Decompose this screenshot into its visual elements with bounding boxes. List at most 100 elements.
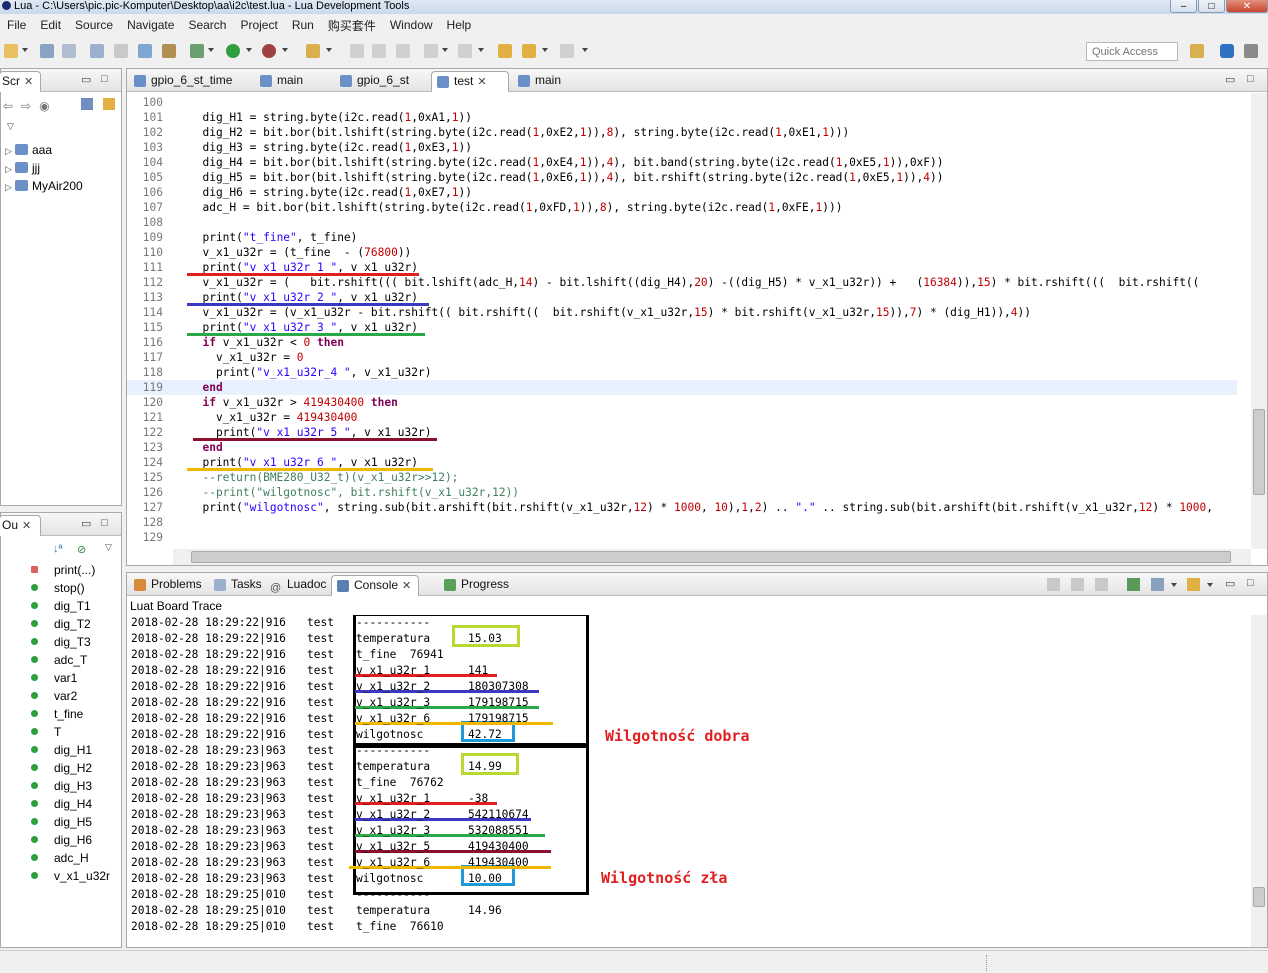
minimize-icon[interactable]: ▭ xyxy=(81,73,91,86)
forward-icon[interactable] xyxy=(560,44,574,58)
tab-progress[interactable]: Progress xyxy=(439,575,519,596)
close-icon[interactable]: ✕ xyxy=(22,520,31,532)
outline-item[interactable]: dig_H5 xyxy=(31,815,92,829)
menu-navigate[interactable]: Navigate xyxy=(120,18,181,32)
view-menu-icon[interactable]: ▽ xyxy=(7,121,14,132)
outline-item[interactable]: print(...) xyxy=(31,563,95,577)
build-icon[interactable] xyxy=(162,44,176,58)
console-vertical-scrollbar[interactable] xyxy=(1251,615,1267,947)
chevron-down-icon[interactable] xyxy=(542,48,548,52)
editor-horizontal-scrollbar[interactable] xyxy=(173,549,1251,565)
maximize-icon[interactable]: □ xyxy=(101,517,108,529)
close-icon[interactable]: ✕ xyxy=(24,76,33,88)
code-line[interactable]: 100 xyxy=(127,95,1237,110)
tab-problems[interactable]: Problems xyxy=(129,575,207,596)
chevron-down-icon[interactable] xyxy=(282,48,288,52)
code-line[interactable]: 116 if v_x1_u32r < 0 then xyxy=(127,335,1237,350)
last-edit-icon[interactable] xyxy=(498,44,512,58)
open-console-icon[interactable] xyxy=(1187,578,1200,591)
code-line[interactable]: 126 --print("wilgotnosc", bit.rshift(v_x… xyxy=(127,485,1237,500)
expand-icon[interactable]: ▷ xyxy=(5,146,15,157)
annotation-icon[interactable] xyxy=(350,44,364,58)
maximize-icon[interactable]: □ xyxy=(1247,577,1254,589)
view-menu-icon[interactable]: ▽ xyxy=(105,542,112,553)
code-line[interactable]: 101 dig_H1 = string.byte(i2c.read(1,0xA1… xyxy=(127,110,1237,125)
tab-gpio-6-st[interactable]: gpio_6_st xyxy=(335,71,427,92)
code-line[interactable]: 108 xyxy=(127,215,1237,230)
minimize-icon[interactable]: ▭ xyxy=(1225,73,1235,86)
new-file-icon[interactable] xyxy=(4,44,18,58)
tab-test[interactable]: test ✕ xyxy=(431,71,509,92)
save-all-icon[interactable] xyxy=(62,44,76,58)
console-output[interactable]: 2018-02-28 18:29:22|916 test ----------- 20… xyxy=(127,615,1251,947)
menu-window[interactable]: Window xyxy=(383,18,440,32)
outline-item[interactable]: var1 xyxy=(31,671,77,685)
menu-buy-kit[interactable]: 购买套件 xyxy=(321,17,383,34)
outline-item[interactable]: T xyxy=(31,725,61,739)
chevron-down-icon[interactable] xyxy=(1207,583,1213,587)
project-item[interactable]: ▷ MyAir200 xyxy=(5,179,83,193)
code-line[interactable]: 102 dig_H2 = bit.bor(bit.lshift(string.b… xyxy=(127,125,1237,140)
code-line[interactable]: 114 v_x1_u32r = (v_x1_u32r - bit.rshift(… xyxy=(127,305,1237,320)
project-item[interactable]: ▷ aaa xyxy=(5,143,52,157)
tab-tasks[interactable]: Tasks xyxy=(209,575,265,596)
prev-annotation-icon[interactable] xyxy=(458,44,472,58)
scroll-thumb[interactable] xyxy=(1253,887,1265,907)
scroll-lock-icon[interactable] xyxy=(1071,578,1084,591)
code-line[interactable]: 117 v_x1_u32r = 0 xyxy=(127,350,1237,365)
outline-item[interactable]: dig_H4 xyxy=(31,797,92,811)
code-line[interactable]: 127 print("wilgotnosc", string.sub(bit.a… xyxy=(127,500,1237,515)
outline-item[interactable]: dig_H3 xyxy=(31,779,92,793)
chevron-down-icon[interactable] xyxy=(22,48,28,52)
link-editor-icon[interactable] xyxy=(103,98,115,110)
search-icon[interactable] xyxy=(306,44,320,58)
toggle-block-icon[interactable] xyxy=(396,44,410,58)
close-icon[interactable]: ✕ xyxy=(477,76,486,88)
save-icon[interactable] xyxy=(40,44,54,58)
tab-luadoc[interactable]: @ Luadoc xyxy=(265,575,329,596)
outline-item[interactable]: dig_H1 xyxy=(31,743,92,757)
code-line[interactable]: 123 end xyxy=(127,440,1237,455)
sort-icon[interactable]: ↓ª xyxy=(53,543,63,555)
toggle-mark-icon[interactable] xyxy=(372,44,386,58)
menu-project[interactable]: Project xyxy=(233,18,284,32)
minimize-icon[interactable]: ▭ xyxy=(81,517,91,530)
filter-icon[interactable]: ⊘ xyxy=(77,543,86,556)
code-line[interactable]: 110 v_x1_u32r = (t_fine - (76800)) xyxy=(127,245,1237,260)
collapse-all-icon[interactable] xyxy=(81,98,93,110)
outline-item[interactable]: t_fine xyxy=(31,707,83,721)
scroll-thumb[interactable] xyxy=(1253,409,1265,495)
chevron-down-icon[interactable] xyxy=(208,48,214,52)
menu-help[interactable]: Help xyxy=(440,18,479,32)
code-line[interactable]: 104 dig_H4 = bit.bor(bit.lshift(string.b… xyxy=(127,155,1237,170)
open-perspective-icon[interactable] xyxy=(1190,44,1204,58)
outline-item[interactable]: dig_H2 xyxy=(31,761,92,775)
minimize-button[interactable]: – xyxy=(1170,0,1197,13)
tab-console[interactable]: Console ✕ xyxy=(331,575,419,596)
print-icon[interactable] xyxy=(90,44,104,58)
code-line[interactable]: 128 xyxy=(127,515,1237,530)
code-editor[interactable]: 100 101 dig_H1 = string.byte(i2c.read(1,0… xyxy=(127,93,1267,565)
back-icon[interactable] xyxy=(522,44,536,58)
outline-item[interactable]: dig_T1 xyxy=(31,599,91,613)
tab-gpio-6-st-time[interactable]: gpio_6_st_time xyxy=(129,71,253,92)
code-line[interactable]: 125 --return(BME280_U32_t)(v_x1_u32r>>12… xyxy=(127,470,1237,485)
close-icon[interactable]: ✕ xyxy=(402,580,411,592)
menu-run[interactable]: Run xyxy=(285,18,321,32)
wrench-icon[interactable] xyxy=(138,44,152,58)
editor-vertical-scrollbar[interactable] xyxy=(1251,93,1267,549)
chevron-down-icon[interactable] xyxy=(478,48,484,52)
outline-item[interactable]: v_x1_u32r xyxy=(31,869,110,883)
chevron-down-icon[interactable] xyxy=(326,48,332,52)
word-wrap-icon[interactable] xyxy=(1095,578,1108,591)
menu-source[interactable]: Source xyxy=(68,18,120,32)
next-annotation-icon[interactable] xyxy=(424,44,438,58)
code-line[interactable]: 112 v_x1_u32r = ( bit.rshift((( bit.lshi… xyxy=(127,275,1237,290)
debug-perspective-icon[interactable] xyxy=(1244,44,1258,58)
debug-icon[interactable] xyxy=(190,44,204,58)
menu-search[interactable]: Search xyxy=(181,18,233,32)
explorer-nav-icons[interactable]: ⇦⇨◉ xyxy=(3,99,58,113)
code-line[interactable]: 109 print("t_fine", t_fine) xyxy=(127,230,1237,245)
tab-main-2[interactable]: main xyxy=(513,71,591,92)
quick-access-input[interactable] xyxy=(1086,42,1178,61)
